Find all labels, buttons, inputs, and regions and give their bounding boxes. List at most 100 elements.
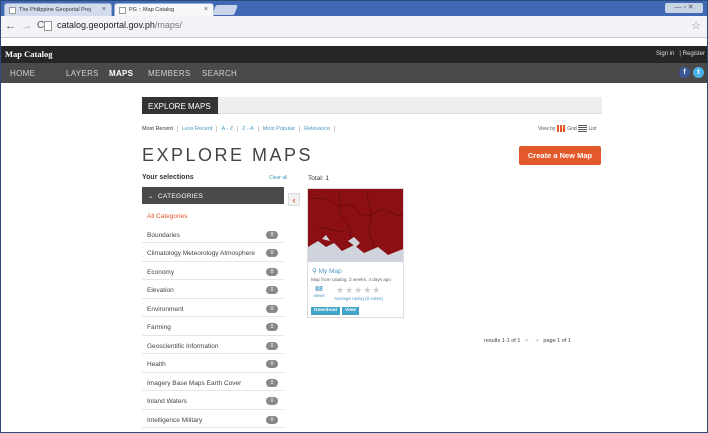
main-nav: HOME LAYERS MAPS MEMBERS SEARCH f t [1, 63, 707, 83]
category-label: All Categories [147, 213, 188, 220]
category-item[interactable]: Environment 0 [142, 299, 284, 317]
site-header: Map Catalog Sign in | Register [1, 46, 707, 63]
category-item[interactable]: Imagery Base Maps Earth Cover 0 [142, 373, 284, 391]
count-badge: 0 [266, 378, 278, 387]
category-item[interactable]: Inland Waters 0 [142, 391, 284, 410]
view-button[interactable]: View [342, 307, 359, 315]
sort-most-popular[interactable]: Most Popular [259, 126, 301, 132]
tab-geoportal[interactable]: The Philippine Geoportal Proj × [4, 3, 112, 16]
view-by-label: View by [538, 125, 556, 132]
new-tab-button[interactable] [212, 5, 238, 15]
views-number: 88 [315, 286, 323, 293]
nav-home[interactable]: HOME [10, 69, 35, 78]
map-card[interactable]: ⚲ My Map Map from catalog, 2 weeks, 4 da… [307, 188, 404, 318]
results-count: results 1-1 of 1 [484, 338, 521, 344]
sort-bar: Most Recent Less Recent A - ZZ - A Most Pop… [142, 126, 336, 136]
category-label: Environment [147, 305, 184, 313]
close-icon[interactable]: × [204, 6, 208, 13]
grid-icon[interactable] [556, 125, 566, 132]
back-arrow-icon[interactable]: ← [5, 20, 16, 32]
category-label: Imagery Base Maps Earth Cover [147, 379, 242, 387]
view-toggle: View by Grid List [538, 125, 596, 132]
map-name[interactable]: ⚲ My Map [312, 267, 342, 275]
category-label: Boundaries [147, 231, 180, 239]
category-label: Elevation [147, 287, 174, 294]
sort-z-a[interactable]: Z - A [238, 126, 259, 132]
next-page-button[interactable]: > [536, 338, 539, 344]
category-item[interactable]: Farming 0 [142, 317, 284, 336]
browser-window: The Philippine Geoportal Proj × PG :: Ma… [0, 0, 708, 433]
count-badge: 0 [266, 249, 278, 257]
auth-links: Sign in | Register [656, 51, 705, 57]
view-grid-label[interactable]: Grid [567, 126, 576, 132]
category-label: Climatology Meteorology Atmosphere [147, 250, 256, 257]
tab-map-catalog[interactable]: PG :: Map Catalog × [114, 3, 214, 16]
count-badge: 0 [266, 304, 278, 313]
count-badge: 0 [266, 323, 278, 331]
category-item[interactable]: Geoscientific Information 0 [142, 336, 284, 354]
list-icon[interactable] [578, 125, 588, 132]
window-controls[interactable]: — ▫ ✕ [665, 3, 703, 13]
views-counter: 88 views [311, 286, 327, 298]
url-domain: catalog.geoportal.gov.ph [57, 20, 155, 30]
count-badge: 0 [266, 230, 278, 239]
map-thumbnail-drawing [308, 189, 403, 262]
forward-arrow-icon[interactable]: → [21, 20, 32, 32]
sort-less-recent[interactable]: Less Recent [178, 126, 218, 132]
rating-text: Average rating (0 votes) [334, 296, 383, 301]
site-logo[interactable]: Map Catalog [5, 49, 52, 59]
category-item[interactable]: Health 0 [142, 354, 284, 373]
category-item[interactable]: Climatology Meteorology Atmosphere 0 [142, 243, 284, 262]
nav-layers[interactable]: LAYERS [66, 69, 99, 78]
signin-link[interactable]: Sign in [656, 51, 674, 57]
chevron-down-icon: ⌄ [148, 193, 154, 200]
category-label: Farming [147, 324, 171, 331]
facebook-icon[interactable]: f [679, 67, 690, 78]
category-list: All Categories Boundaries 0 Climatology M… [142, 206, 284, 428]
nav-search[interactable]: SEARCH [202, 69, 237, 78]
register-link[interactable]: Register [683, 51, 705, 57]
category-item[interactable]: Economy 0 [142, 262, 284, 280]
map-pin-icon: ⚲ [312, 268, 317, 275]
categories-header-label: CATEGORIES [157, 193, 204, 200]
category-label: Economy [147, 268, 175, 276]
bookmark-star-icon[interactable]: ☆ [691, 19, 701, 32]
page-title: EXPLORE MAPS [142, 145, 314, 165]
download-button[interactable]: Download [311, 307, 340, 315]
count-badge: 0 [266, 360, 278, 368]
tab-title: PG :: Map Catalog [129, 7, 175, 13]
category-item[interactable]: Elevation 0 [142, 280, 284, 299]
tab-explore-maps[interactable]: EXPLORE MAPS [142, 97, 218, 114]
nav-members[interactable]: MEMBERS [148, 69, 191, 78]
category-item[interactable]: All Categories [142, 206, 284, 225]
twitter-icon[interactable]: t [693, 67, 704, 78]
clear-all-link[interactable]: Clear all [269, 175, 287, 181]
create-map-button[interactable]: Create a New Map [519, 146, 601, 165]
sort-most-recent[interactable]: Most Recent [142, 126, 178, 132]
tab-title: The Philippine Geoportal Proj [19, 7, 91, 13]
page-icon [119, 7, 126, 14]
category-label: Intelligence Military [147, 416, 203, 424]
url-field[interactable]: catalog.geoportal.gov.ph/maps/ [44, 20, 182, 31]
prev-page-button[interactable]: < [525, 338, 528, 344]
count-badge: 0 [266, 415, 278, 424]
auth-separator: | [679, 51, 681, 57]
category-item[interactable]: Boundaries 0 [142, 225, 284, 243]
map-thumbnail[interactable] [308, 189, 403, 262]
sort-relevance[interactable]: Relevance [300, 126, 336, 132]
collapse-sidebar-button[interactable]: ‹ [288, 193, 300, 206]
nav-maps[interactable]: MAPS [109, 69, 133, 78]
page-indicator: page 1 of 1 [543, 338, 571, 344]
tab-strip: The Philippine Geoportal Proj × PG :: Ma… [1, 1, 707, 16]
category-label: Inland Waters [147, 398, 187, 405]
url-path: /maps/ [154, 20, 182, 30]
sort-a-z[interactable]: A - Z [217, 126, 239, 132]
rating-stars-icon[interactable]: ★★★★★ [336, 285, 381, 296]
close-icon[interactable]: × [102, 6, 106, 13]
view-list-label[interactable]: List [588, 126, 596, 132]
category-item[interactable]: Intelligence Military 0 [142, 410, 284, 428]
pagination: results 1-1 of 1 < > page 1 of 1 [484, 338, 571, 344]
category-label: Health [147, 361, 166, 368]
count-badge: 0 [266, 286, 278, 294]
categories-header[interactable]: ⌄ CATEGORIES [142, 187, 284, 204]
